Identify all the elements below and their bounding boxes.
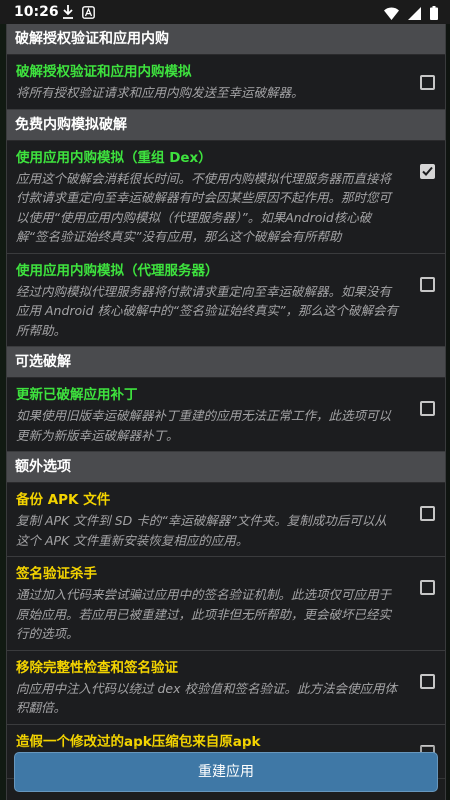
signal-icon bbox=[408, 5, 421, 24]
option-item[interactable]: 破解授权验证和应用内购模拟将所有授权验证请求和应用内购发送至幸运破解器。 bbox=[7, 55, 445, 110]
option-title: 使用应用内购模拟（代理服务器） bbox=[16, 262, 219, 279]
status-bar: 10:26 bbox=[0, 0, 450, 24]
checkbox[interactable] bbox=[420, 401, 435, 416]
option-title: 移除完整性检查和签名验证 bbox=[16, 659, 178, 676]
checkbox[interactable] bbox=[420, 673, 435, 689]
option-description: 向应用中注入代码以绕过 dex 校验值和签名验证。此方法会使应用体积翻倍。 bbox=[16, 680, 397, 716]
section-header: 额外选项 bbox=[7, 452, 445, 483]
option-title: 更新已破解应用补丁 bbox=[16, 387, 138, 403]
checkbox[interactable] bbox=[420, 580, 435, 595]
option-description: 如果使用旧版幸运破解器补丁重建的应用无法正常工作，此选项可以更新为新版幸运破解器… bbox=[16, 408, 392, 443]
option-item[interactable]: 签名验证杀手通过加入代码来尝试骗过应用中的签名验证机制。此选项仅可应用于原始应用… bbox=[7, 557, 445, 651]
option-title: 破解授权验证和应用内购模拟 bbox=[16, 64, 192, 80]
checkbox[interactable] bbox=[420, 75, 435, 90]
option-item[interactable]: 使用应用内购模拟（重组 Dex） 应用这个破解会消耗很长时间。不使用内购模拟代理服… bbox=[7, 141, 445, 254]
checkbox[interactable] bbox=[420, 276, 435, 292]
option-description: 经过内购模拟代理服务器将付款请求重定向至幸运破解器。如果没有应用 Android… bbox=[16, 283, 399, 338]
option-description: 应用这个破解会消耗很长时间。不使用内购模拟代理服务器而直接将付款请求重定向至幸运… bbox=[16, 170, 392, 245]
bottom-bar: 重建应用 bbox=[7, 746, 445, 800]
option-description: 复制 APK 文件到 SD 卡的“幸运破解器”文件夹。复制成功后可以从这个 AP… bbox=[16, 513, 387, 548]
checkbox-checked[interactable] bbox=[420, 163, 435, 179]
section-header: 可选破解 bbox=[7, 347, 445, 378]
option-item[interactable]: 更新已破解应用补丁如果使用旧版幸运破解器补丁重建的应用无法正常工作，此选项可以更… bbox=[7, 378, 445, 452]
wifi-icon bbox=[384, 5, 399, 24]
app-icon bbox=[82, 4, 95, 23]
option-title: 签名验证杀手 bbox=[16, 566, 97, 582]
option-description: 通过加入代码来尝试骗过应用中的签名验证机制。此选项仅可应用于原始应用。若应用已被… bbox=[16, 587, 392, 641]
option-item[interactable]: 移除完整性检查和签名验证向应用中注入代码以绕过 dex 校验值和签名验证。此方法… bbox=[7, 651, 445, 725]
option-title: 备份 APK 文件 bbox=[16, 492, 111, 508]
section-header: 免费内购模拟破解 bbox=[7, 109, 445, 141]
option-item[interactable]: 备份 APK 文件复制 APK 文件到 SD 卡的“幸运破解器”文件夹。复制成功… bbox=[7, 483, 445, 557]
option-title: 使用应用内购模拟（重组 Dex） bbox=[16, 149, 212, 166]
rebuild-app-button[interactable]: 重建应用 bbox=[14, 752, 438, 792]
option-item[interactable]: 使用应用内购模拟（代理服务器） 经过内购模拟代理服务器将付款请求重定向至幸运破解器… bbox=[7, 254, 445, 347]
checkbox[interactable] bbox=[420, 506, 435, 521]
battery-icon bbox=[430, 5, 438, 24]
checkmark-icon bbox=[422, 166, 433, 176]
options-list[interactable]: 破解授权验证和应用内购破解授权验证和应用内购模拟将所有授权验证请求和应用内购发送… bbox=[7, 24, 445, 779]
status-time: 10:26 bbox=[14, 4, 59, 20]
option-description: 将所有授权验证请求和应用内购发送至幸运破解器。 bbox=[16, 85, 304, 100]
download-icon bbox=[62, 4, 74, 23]
section-header: 破解授权验证和应用内购 bbox=[7, 24, 445, 55]
rebuild-options-dialog: 破解授权验证和应用内购破解授权验证和应用内购模拟将所有授权验证请求和应用内购发送… bbox=[6, 24, 446, 800]
